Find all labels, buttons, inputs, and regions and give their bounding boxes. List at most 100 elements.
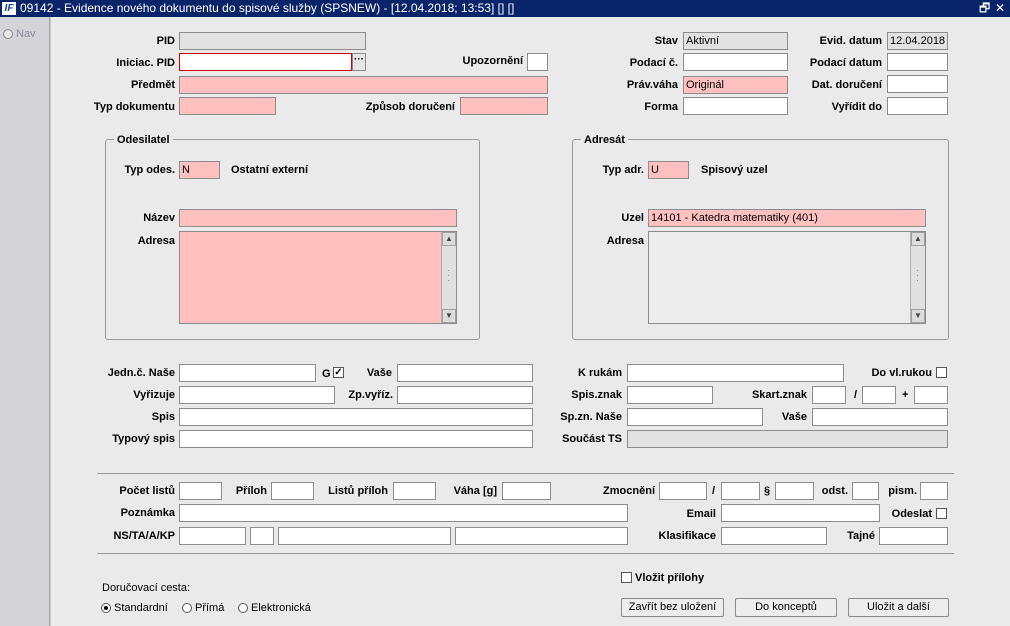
vyridit-do-field[interactable] bbox=[887, 97, 948, 115]
jedn-vase-field[interactable] bbox=[397, 364, 533, 382]
nav-radio-icon[interactable] bbox=[3, 29, 13, 39]
zmocneni-pism-label: pism. bbox=[888, 485, 917, 497]
zmocneni-odst-field[interactable] bbox=[852, 482, 879, 500]
scroll-up-icon[interactable]: ▲ bbox=[911, 232, 925, 246]
sp-zn-nase-field[interactable] bbox=[627, 408, 763, 426]
nazev-field[interactable] bbox=[179, 209, 457, 227]
uzel-field[interactable]: 14101 - Katedra matematiky (401) bbox=[648, 209, 926, 227]
odesilatel-title: Odesilatel bbox=[114, 134, 173, 146]
pid-label: PID bbox=[156, 35, 175, 47]
scroll-up-icon[interactable]: ▲ bbox=[442, 232, 456, 246]
email-field[interactable] bbox=[721, 504, 880, 522]
vyrizuje-field[interactable] bbox=[179, 386, 335, 404]
pid-field[interactable] bbox=[179, 32, 366, 50]
adr-adresa-label: Adresa bbox=[606, 235, 644, 247]
dat-doruceni-label: Dat. doručení bbox=[811, 79, 882, 91]
dorucovaci-cesta-label: Doručovací cesta: bbox=[102, 582, 191, 594]
radio-prima-label: Přímá bbox=[195, 602, 225, 614]
skart-znak-field-2[interactable] bbox=[862, 386, 896, 404]
jedn-nase-field[interactable] bbox=[179, 364, 316, 382]
zmocneni-paragraph-field[interactable] bbox=[775, 482, 814, 500]
adr-adresa-scrollbar[interactable]: ▲ · · · ▼ bbox=[910, 232, 925, 323]
prav-vaha-field[interactable]: Originál bbox=[683, 76, 788, 94]
zmocneni-odst-label: odst. bbox=[821, 485, 848, 497]
poznamka-field[interactable] bbox=[179, 504, 628, 522]
odes-adresa-textarea[interactable]: ▲ · · · ▼ bbox=[179, 231, 457, 324]
section-divider bbox=[97, 553, 954, 554]
dat-doruceni-field[interactable] bbox=[887, 75, 948, 93]
spis-znak-field[interactable] bbox=[627, 386, 713, 404]
podaci-c-field[interactable] bbox=[683, 53, 788, 71]
skart-sep-slash: / bbox=[854, 389, 858, 401]
radio-elektronicka-label: Elektronická bbox=[251, 602, 311, 614]
zp-vyriz-field[interactable] bbox=[397, 386, 533, 404]
section-divider bbox=[97, 473, 954, 474]
typovy-spis-field[interactable] bbox=[179, 430, 533, 448]
radio-prima[interactable] bbox=[182, 603, 192, 613]
klasifikace-field[interactable] bbox=[721, 527, 827, 545]
zmocneni-pism-field[interactable] bbox=[920, 482, 948, 500]
forma-field[interactable] bbox=[683, 97, 788, 115]
window-titlebar: IF 09142 - Evidence nového dokumentu do … bbox=[0, 0, 1010, 17]
pocet-listu-field[interactable] bbox=[179, 482, 222, 500]
pocet-listu-label: Počet listů bbox=[119, 485, 175, 497]
priloh-field[interactable] bbox=[271, 482, 314, 500]
adresat-title: Adresát bbox=[581, 134, 628, 146]
klasifikace-label: Klasifikace bbox=[658, 530, 716, 542]
iniciac-pid-field[interactable] bbox=[179, 53, 352, 71]
iniciac-pid-lookup-button[interactable]: ··· bbox=[352, 53, 366, 71]
poznamka-label: Poznámka bbox=[120, 507, 175, 519]
sp-zn-vase-field[interactable] bbox=[812, 408, 948, 426]
iniciac-pid-label: Iniciac. PID bbox=[116, 57, 175, 69]
prav-vaha-label: Práv.váha bbox=[626, 79, 678, 91]
uzel-label: Uzel bbox=[621, 212, 644, 224]
radio-standardni[interactable] bbox=[101, 603, 111, 613]
skart-znak-field-3[interactable] bbox=[914, 386, 948, 404]
soucast-ts-label: Součást TS bbox=[562, 433, 622, 445]
ulozit-a-dalsi-button[interactable]: Uložit a další bbox=[848, 598, 949, 617]
typ-dokumentu-field[interactable] bbox=[179, 97, 276, 115]
scroll-down-icon[interactable]: ▼ bbox=[911, 309, 925, 323]
jedn-nase-label: Jedn.č. Naše bbox=[107, 367, 175, 379]
typ-odes-desc: Ostatní externí bbox=[231, 164, 309, 176]
tajne-label: Tajné bbox=[847, 530, 875, 542]
do-vl-rukou-checkbox[interactable] bbox=[936, 367, 947, 378]
do-vl-rukou-label: Do vl.rukou bbox=[871, 367, 932, 379]
skart-znak-field-1[interactable] bbox=[812, 386, 846, 404]
odes-adresa-scrollbar[interactable]: ▲ · · · ▼ bbox=[441, 232, 456, 323]
vaha-field[interactable] bbox=[502, 482, 551, 500]
podaci-datum-field[interactable] bbox=[887, 53, 948, 71]
nav-label[interactable]: Nav bbox=[16, 28, 36, 40]
stav-field: Aktivní bbox=[683, 32, 788, 50]
g-label: G bbox=[322, 368, 331, 380]
k-rukam-field[interactable] bbox=[627, 364, 844, 382]
priloh-label: Příloh bbox=[235, 485, 267, 497]
upozorneni-field[interactable] bbox=[527, 53, 548, 71]
zmocneni-field-1[interactable] bbox=[659, 482, 707, 500]
radio-elektronicka[interactable] bbox=[238, 603, 248, 613]
scroll-down-icon[interactable]: ▼ bbox=[442, 309, 456, 323]
listu-priloh-field[interactable] bbox=[393, 482, 436, 500]
typ-adr-field[interactable]: U bbox=[648, 161, 689, 179]
tajne-field[interactable] bbox=[879, 527, 948, 545]
odeslat-checkbox[interactable] bbox=[936, 508, 947, 519]
close-icon[interactable]: ✕ bbox=[995, 0, 1005, 17]
typ-adr-label: Typ adr. bbox=[602, 164, 644, 176]
adr-adresa-textarea[interactable]: ▲ · · · ▼ bbox=[648, 231, 926, 324]
kp-field[interactable] bbox=[455, 527, 628, 545]
ta-field[interactable] bbox=[250, 527, 274, 545]
vaha-label: Váha [g] bbox=[453, 485, 497, 497]
restore-icon[interactable]: 🗗 bbox=[979, 0, 990, 17]
zpusob-doruceni-field[interactable] bbox=[460, 97, 548, 115]
zavrit-bez-ulozeni-button[interactable]: Zavřít bez uložení bbox=[621, 598, 724, 617]
ns-field[interactable] bbox=[179, 527, 246, 545]
a-field[interactable] bbox=[278, 527, 451, 545]
spis-field[interactable] bbox=[179, 408, 533, 426]
do-konceptu-button[interactable]: Do konceptů bbox=[735, 598, 837, 617]
typ-odes-field[interactable]: N bbox=[179, 161, 220, 179]
scroll-grip-icon[interactable]: · · · bbox=[445, 266, 452, 285]
predmet-field[interactable] bbox=[179, 76, 548, 94]
zmocneni-field-2[interactable] bbox=[721, 482, 760, 500]
scroll-grip-icon[interactable]: · · · bbox=[914, 266, 921, 285]
vlozit-prilohy-checkbox[interactable] bbox=[621, 572, 632, 583]
